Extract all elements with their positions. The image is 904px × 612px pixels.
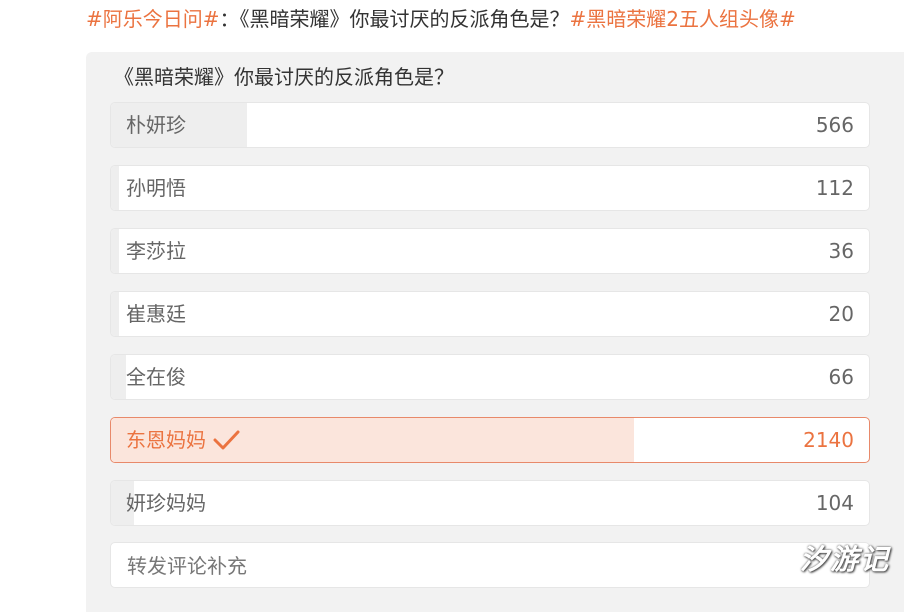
poll-option-label: 李莎拉 bbox=[126, 229, 186, 273]
poll-option-fill bbox=[111, 292, 119, 336]
checkmark-icon bbox=[212, 429, 240, 451]
hashtag-link-alejinriwen[interactable]: #阿乐今日问# bbox=[86, 7, 220, 31]
poll-option-count: 566 bbox=[816, 103, 854, 147]
poll-option-label: 东恩妈妈 bbox=[126, 418, 240, 462]
poll-option-7[interactable]: 妍珍妈妈 104 bbox=[110, 480, 870, 526]
poll-option-5[interactable]: 全在俊 66 bbox=[110, 354, 870, 400]
poll-option-3[interactable]: 李莎拉 36 bbox=[110, 228, 870, 274]
poll-option-count: 36 bbox=[829, 229, 854, 273]
poll-option-count: 66 bbox=[829, 355, 854, 399]
poll-option-count: 20 bbox=[829, 292, 854, 336]
poll-option-fill bbox=[111, 355, 126, 399]
poll-question: 《黑暗荣耀》你最讨厌的反派角色是？ bbox=[114, 62, 454, 92]
poll-option-4[interactable]: 崔惠廷 20 bbox=[110, 291, 870, 337]
post-title: #阿乐今日问#：《黑暗荣耀》你最讨厌的反派角色是？#黑暗荣耀2五人组头像# bbox=[86, 4, 796, 34]
poll-option-count: 112 bbox=[816, 166, 854, 210]
poll-option-label: 朴妍珍 bbox=[126, 103, 186, 147]
poll-option-6-selected[interactable]: 东恩妈妈 2140 bbox=[110, 417, 870, 463]
title-separator: ： bbox=[220, 7, 240, 31]
poll-option-fill bbox=[111, 229, 119, 273]
poll-option-label: 妍珍妈妈 bbox=[126, 481, 206, 525]
poll-option-count: 2140 bbox=[803, 418, 854, 462]
post-question-text: 《黑暗荣耀》你最讨厌的反派角色是？ bbox=[240, 7, 570, 31]
comment-input[interactable] bbox=[125, 543, 829, 589]
poll-card: 《黑暗荣耀》你最讨厌的反派角色是？ 朴妍珍 566 孙明悟 112 李莎拉 36… bbox=[86, 52, 904, 612]
comment-box bbox=[110, 542, 870, 588]
poll-option-label: 全在俊 bbox=[126, 355, 186, 399]
watermark-logo: 汐游记 bbox=[800, 538, 890, 578]
poll-option-label-text: 东恩妈妈 bbox=[126, 428, 206, 452]
poll-option-1[interactable]: 朴妍珍 566 bbox=[110, 102, 870, 148]
poll-option-fill bbox=[111, 166, 119, 210]
poll-option-count: 104 bbox=[816, 481, 854, 525]
hashtag-link-heianrongyao[interactable]: #黑暗荣耀2五人组头像# bbox=[570, 7, 796, 31]
poll-option-label: 崔惠廷 bbox=[126, 292, 186, 336]
poll-option-label: 孙明悟 bbox=[126, 166, 186, 210]
poll-option-2[interactable]: 孙明悟 112 bbox=[110, 165, 870, 211]
